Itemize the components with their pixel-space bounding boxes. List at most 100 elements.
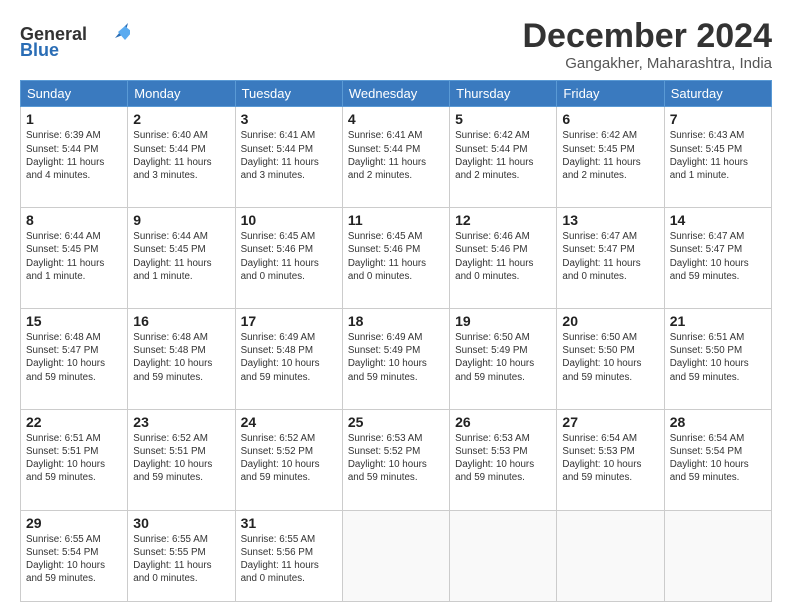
day-number: 6 xyxy=(562,111,658,127)
calendar-cell: 21 Sunrise: 6:51 AM Sunset: 5:50 PM Dayli… xyxy=(664,308,771,409)
day-number: 21 xyxy=(670,313,766,329)
day-info: Sunrise: 6:47 AM Sunset: 5:47 PM Dayligh… xyxy=(562,230,658,283)
day-info: Sunrise: 6:53 AM Sunset: 5:52 PM Dayligh… xyxy=(348,432,444,485)
calendar-week-2: 8Sunrise: 6:44 AM Sunset: 5:45 PM Daylig… xyxy=(21,208,772,309)
day-info: Sunrise: 6:54 AM Sunset: 5:53 PM Dayligh… xyxy=(562,432,658,485)
calendar-dow-wednesday: Wednesday xyxy=(342,81,449,107)
day-number: 11 xyxy=(348,212,444,228)
day-number: 19 xyxy=(455,313,551,329)
day-number: 9 xyxy=(133,212,229,228)
day-number: 17 xyxy=(241,313,337,329)
calendar-cell: 7 Sunrise: 6:43 AM Sunset: 5:45 PM Daylig… xyxy=(664,107,771,208)
calendar-cell: 22Sunrise: 6:51 AM Sunset: 5:51 PM Dayli… xyxy=(21,409,128,510)
calendar-cell: 23 Sunrise: 6:52 AM Sunset: 5:51 PM Dayli… xyxy=(128,409,235,510)
calendar-cell: 4 Sunrise: 6:41 AM Sunset: 5:44 PM Daylig… xyxy=(342,107,449,208)
calendar-week-1: 1 Sunrise: 6:39 AM Sunset: 5:44 PM Daylig… xyxy=(21,107,772,208)
day-info: Sunrise: 6:55 AM Sunset: 5:54 PM Dayligh… xyxy=(26,533,122,586)
day-info: Sunrise: 6:55 AM Sunset: 5:55 PM Dayligh… xyxy=(133,533,229,586)
day-info: Sunrise: 6:48 AM Sunset: 5:48 PM Dayligh… xyxy=(133,331,229,384)
calendar-cell xyxy=(557,510,664,601)
calendar-cell: 20Sunrise: 6:50 AM Sunset: 5:50 PM Dayli… xyxy=(557,308,664,409)
calendar-dow-friday: Friday xyxy=(557,81,664,107)
logo: General Blue xyxy=(20,18,130,60)
day-info: Sunrise: 6:42 AM Sunset: 5:45 PM Dayligh… xyxy=(562,129,658,182)
day-number: 16 xyxy=(133,313,229,329)
day-info: Sunrise: 6:53 AM Sunset: 5:53 PM Dayligh… xyxy=(455,432,551,485)
calendar-cell: 14 Sunrise: 6:47 AM Sunset: 5:47 PM Dayli… xyxy=(664,208,771,309)
day-info: Sunrise: 6:43 AM Sunset: 5:45 PM Dayligh… xyxy=(670,129,766,182)
logo-svg: General Blue xyxy=(20,18,130,60)
day-info: Sunrise: 6:44 AM Sunset: 5:45 PM Dayligh… xyxy=(133,230,229,283)
calendar-cell: 3 Sunrise: 6:41 AM Sunset: 5:44 PM Daylig… xyxy=(235,107,342,208)
day-info: Sunrise: 6:42 AM Sunset: 5:44 PM Dayligh… xyxy=(455,129,551,182)
calendar-cell: 10Sunrise: 6:45 AM Sunset: 5:46 PM Dayli… xyxy=(235,208,342,309)
calendar-cell: 19 Sunrise: 6:50 AM Sunset: 5:49 PM Dayli… xyxy=(450,308,557,409)
day-info: Sunrise: 6:55 AM Sunset: 5:56 PM Dayligh… xyxy=(241,533,337,586)
day-number: 13 xyxy=(562,212,658,228)
day-number: 7 xyxy=(670,111,766,127)
day-info: Sunrise: 6:50 AM Sunset: 5:50 PM Dayligh… xyxy=(562,331,658,384)
day-info: Sunrise: 6:52 AM Sunset: 5:52 PM Dayligh… xyxy=(241,432,337,485)
day-info: Sunrise: 6:41 AM Sunset: 5:44 PM Dayligh… xyxy=(241,129,337,182)
day-number: 24 xyxy=(241,414,337,430)
calendar-page: General Blue December 2024 Gangakher, Ma… xyxy=(0,0,792,612)
calendar-cell: 26 Sunrise: 6:53 AM Sunset: 5:53 PM Dayli… xyxy=(450,409,557,510)
day-number: 14 xyxy=(670,212,766,228)
day-info: Sunrise: 6:49 AM Sunset: 5:49 PM Dayligh… xyxy=(348,331,444,384)
location: Gangakher, Maharashtra, India xyxy=(522,55,772,72)
calendar-cell: 24 Sunrise: 6:52 AM Sunset: 5:52 PM Dayli… xyxy=(235,409,342,510)
calendar-cell: 25 Sunrise: 6:53 AM Sunset: 5:52 PM Dayli… xyxy=(342,409,449,510)
calendar-header-row: SundayMondayTuesdayWednesdayThursdayFrid… xyxy=(21,81,772,107)
day-number: 23 xyxy=(133,414,229,430)
calendar-cell: 13 Sunrise: 6:47 AM Sunset: 5:47 PM Dayli… xyxy=(557,208,664,309)
day-info: Sunrise: 6:50 AM Sunset: 5:49 PM Dayligh… xyxy=(455,331,551,384)
day-number: 29 xyxy=(26,515,122,531)
day-number: 30 xyxy=(133,515,229,531)
day-number: 10 xyxy=(241,212,337,228)
day-info: Sunrise: 6:45 AM Sunset: 5:46 PM Dayligh… xyxy=(348,230,444,283)
calendar-cell: 27 Sunrise: 6:54 AM Sunset: 5:53 PM Dayli… xyxy=(557,409,664,510)
calendar-cell xyxy=(450,510,557,601)
day-info: Sunrise: 6:51 AM Sunset: 5:50 PM Dayligh… xyxy=(670,331,766,384)
day-info: Sunrise: 6:40 AM Sunset: 5:44 PM Dayligh… xyxy=(133,129,229,182)
calendar-cell: 18 Sunrise: 6:49 AM Sunset: 5:49 PM Dayli… xyxy=(342,308,449,409)
day-number: 2 xyxy=(133,111,229,127)
calendar-dow-tuesday: Tuesday xyxy=(235,81,342,107)
calendar-cell: 2 Sunrise: 6:40 AM Sunset: 5:44 PM Daylig… xyxy=(128,107,235,208)
day-info: Sunrise: 6:54 AM Sunset: 5:54 PM Dayligh… xyxy=(670,432,766,485)
day-info: Sunrise: 6:46 AM Sunset: 5:46 PM Dayligh… xyxy=(455,230,551,283)
calendar-dow-sunday: Sunday xyxy=(21,81,128,107)
day-number: 18 xyxy=(348,313,444,329)
day-number: 28 xyxy=(670,414,766,430)
day-info: Sunrise: 6:51 AM Sunset: 5:51 PM Dayligh… xyxy=(26,432,122,485)
day-info: Sunrise: 6:44 AM Sunset: 5:45 PM Dayligh… xyxy=(26,230,122,283)
day-number: 25 xyxy=(348,414,444,430)
day-number: 4 xyxy=(348,111,444,127)
calendar-week-4: 22Sunrise: 6:51 AM Sunset: 5:51 PM Dayli… xyxy=(21,409,772,510)
day-info: Sunrise: 6:49 AM Sunset: 5:48 PM Dayligh… xyxy=(241,331,337,384)
day-number: 31 xyxy=(241,515,337,531)
day-number: 3 xyxy=(241,111,337,127)
day-info: Sunrise: 6:41 AM Sunset: 5:44 PM Dayligh… xyxy=(348,129,444,182)
day-info: Sunrise: 6:52 AM Sunset: 5:51 PM Dayligh… xyxy=(133,432,229,485)
calendar-cell xyxy=(664,510,771,601)
calendar-cell: 15 Sunrise: 6:48 AM Sunset: 5:47 PM Dayli… xyxy=(21,308,128,409)
calendar-cell: 12 Sunrise: 6:46 AM Sunset: 5:46 PM Dayli… xyxy=(450,208,557,309)
day-info: Sunrise: 6:47 AM Sunset: 5:47 PM Dayligh… xyxy=(670,230,766,283)
day-number: 15 xyxy=(26,313,122,329)
day-number: 12 xyxy=(455,212,551,228)
title-block: December 2024 Gangakher, Maharashtra, In… xyxy=(522,18,772,72)
svg-text:Blue: Blue xyxy=(20,40,59,60)
day-info: Sunrise: 6:48 AM Sunset: 5:47 PM Dayligh… xyxy=(26,331,122,384)
day-info: Sunrise: 6:39 AM Sunset: 5:44 PM Dayligh… xyxy=(26,129,122,182)
calendar-dow-saturday: Saturday xyxy=(664,81,771,107)
calendar-cell: 17 Sunrise: 6:49 AM Sunset: 5:48 PM Dayli… xyxy=(235,308,342,409)
day-number: 1 xyxy=(26,111,122,127)
calendar-table: SundayMondayTuesdayWednesdayThursdayFrid… xyxy=(20,80,772,602)
calendar-cell: 8Sunrise: 6:44 AM Sunset: 5:45 PM Daylig… xyxy=(21,208,128,309)
day-number: 5 xyxy=(455,111,551,127)
header: General Blue December 2024 Gangakher, Ma… xyxy=(20,18,772,72)
day-number: 27 xyxy=(562,414,658,430)
calendar-cell: 9 Sunrise: 6:44 AM Sunset: 5:45 PM Daylig… xyxy=(128,208,235,309)
day-number: 26 xyxy=(455,414,551,430)
